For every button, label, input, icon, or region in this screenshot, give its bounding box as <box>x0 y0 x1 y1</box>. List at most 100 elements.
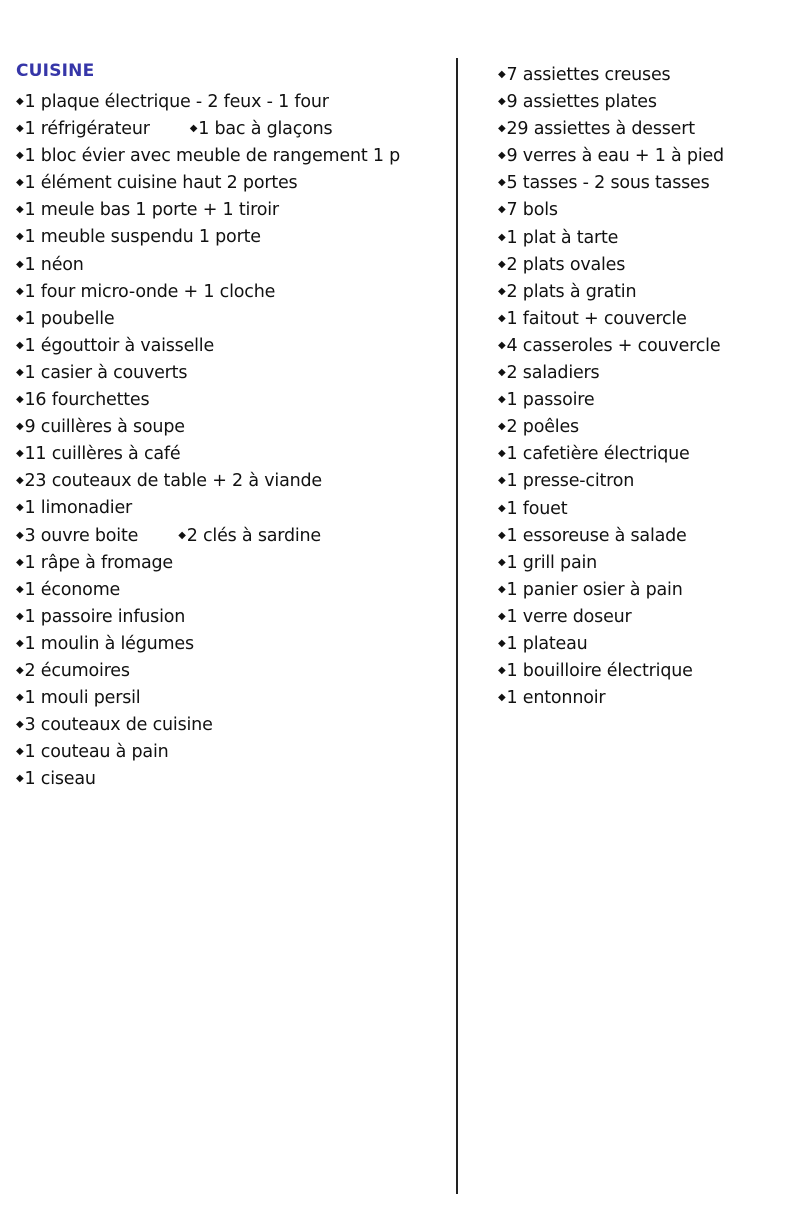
inventory-entry-text: 1 cafetière électrique <box>506 444 690 465</box>
list-item: ◆1 fouet <box>498 495 724 522</box>
bullet-diamond-icon: ◆ <box>498 339 506 351</box>
inventory-entry: ◆1 grill pain <box>498 549 597 577</box>
bullet-diamond-icon: ◆ <box>16 583 24 595</box>
inventory-entry: ◆1 four micro-onde + 1 cloche <box>16 278 275 306</box>
bullet-diamond-icon: ◆ <box>16 123 24 135</box>
inventory-entry: ◆2 poêles <box>498 413 579 441</box>
inventory-entry: ◆1 bac à glaçons <box>190 115 333 143</box>
inventory-entry-text: 1 plateau <box>506 633 588 654</box>
bullet-diamond-icon: ◆ <box>498 421 506 433</box>
bullet-diamond-icon: ◆ <box>16 664 24 676</box>
bullet-diamond-icon: ◆ <box>16 339 24 351</box>
bullet-diamond-icon: ◆ <box>16 502 24 514</box>
list-item: ◆1 mouli persil <box>16 684 400 711</box>
inventory-entry: ◆2 saladiers <box>498 359 600 387</box>
left-inventory-list: ◆1 plaque électrique - 2 feux - 1 four ◆1… <box>16 88 400 792</box>
inventory-entry: ◆9 assiettes plates <box>498 88 657 116</box>
inventory-entry: ◆2 clés à sardine <box>178 522 321 550</box>
list-item: ◆1 néon <box>16 251 400 278</box>
inventory-entry: ◆23 couteaux de table + 2 à viande <box>16 467 322 495</box>
inventory-entry: ◆4 casseroles + couvercle <box>498 332 721 360</box>
bullet-diamond-icon: ◆ <box>498 583 506 595</box>
inventory-entry-text: 16 fourchettes <box>24 390 150 411</box>
inventory-entry-text: 23 couteaux de table + 2 à viande <box>24 471 323 492</box>
bullet-diamond-icon: ◆ <box>16 610 24 622</box>
bullet-diamond-icon: ◆ <box>16 366 24 378</box>
inventory-entry: ◆1 égouttoir à vaisselle <box>16 332 214 360</box>
inventory-entry-text: 1 fouet <box>506 498 568 519</box>
list-item: ◆1 limonadier <box>16 494 400 521</box>
inventory-entry-text: 1 grill pain <box>506 552 598 573</box>
inventory-entry: ◆1 verre doseur <box>498 603 632 631</box>
inventory-entry: ◆7 assiettes creuses <box>498 61 671 89</box>
bullet-diamond-icon: ◆ <box>498 123 506 135</box>
bullet-diamond-icon: ◆ <box>498 177 506 189</box>
list-item: ◆1 plat à tarte <box>498 224 724 251</box>
bullet-diamond-icon: ◆ <box>498 96 506 108</box>
inventory-entry-text: 29 assiettes à dessert <box>506 119 696 140</box>
inventory-entry-text: 1 réfrigérateur <box>24 119 150 140</box>
bullet-diamond-icon: ◆ <box>16 231 24 243</box>
inventory-entry-text: 1 presse-citron <box>506 471 635 492</box>
inventory-entry-text: 1 économe <box>24 579 121 600</box>
inventory-entry: ◆1 entonnoir <box>498 684 606 712</box>
bullet-diamond-icon: ◆ <box>498 692 506 704</box>
bullet-diamond-icon: ◆ <box>498 448 506 460</box>
inventory-entry-text: 1 élément cuisine haut 2 portes <box>24 173 298 194</box>
bullet-diamond-icon: ◆ <box>16 312 24 324</box>
inventory-entry-text: 1 faitout + couvercle <box>506 308 687 329</box>
list-item: ◆1 couteau à pain <box>16 738 400 765</box>
inventory-entry-text: 1 bac à glaçons <box>198 119 333 140</box>
bullet-diamond-icon: ◆ <box>498 231 506 243</box>
inventory-entry-text: 1 casier à couverts <box>24 362 188 383</box>
inventory-entry: ◆3 ouvre boite <box>16 522 138 550</box>
bullet-diamond-icon: ◆ <box>16 719 24 731</box>
list-item: ◆1 réfrigérateur ◆1 bac à glaçons <box>16 115 400 142</box>
inventory-entry-text: 9 assiettes plates <box>506 92 657 113</box>
list-item: ◆23 couteaux de table + 2 à viande <box>16 467 400 494</box>
inventory-entry-text: 1 essoreuse à salade <box>506 525 687 546</box>
inventory-entry-text: 1 bloc évier avec meuble de rangement 1 … <box>24 146 401 167</box>
inventory-entry-text: 11 cuillères à café <box>24 444 181 465</box>
list-item: ◆1 presse-citron <box>498 467 724 494</box>
list-item: ◆1 économe <box>16 576 400 603</box>
list-item: ◆11 cuillères à café <box>16 440 400 467</box>
bullet-diamond-icon: ◆ <box>498 285 506 297</box>
section-title: CUISINE <box>16 61 95 81</box>
list-item: ◆5 tasses - 2 sous tasses <box>498 169 724 196</box>
inventory-entry-text: 3 couteaux de cuisine <box>24 715 213 736</box>
inventory-entry-text: 1 mouli persil <box>24 688 141 709</box>
inventory-entry: ◆1 presse-citron <box>498 467 634 495</box>
inventory-entry: ◆1 plateau <box>498 630 588 658</box>
list-item: ◆1 cafetière électrique <box>498 440 724 467</box>
list-item: ◆1 bloc évier avec meuble de rangement 1… <box>16 142 400 169</box>
inventory-entry-text: 2 plats ovales <box>506 254 626 275</box>
list-item: ◆1 bouilloire électrique <box>498 657 724 684</box>
inventory-entry: ◆1 râpe à fromage <box>16 549 173 577</box>
bullet-diamond-icon: ◆ <box>498 502 506 514</box>
list-item: ◆1 entonnoir <box>498 684 724 711</box>
inventory-entry: ◆1 couteau à pain <box>16 738 169 766</box>
inventory-entry-text: 7 bols <box>506 200 558 221</box>
right-inventory-list: ◆7 assiettes creuses ◆9 assiettes plates ◆… <box>498 61 724 711</box>
bullet-diamond-icon: ◆ <box>189 123 198 135</box>
inventory-entry-text: 7 assiettes creuses <box>506 65 671 85</box>
inventory-entry: ◆7 bols <box>498 196 558 224</box>
list-item: ◆7 assiettes creuses <box>498 61 724 88</box>
column-divider <box>456 58 458 1194</box>
bullet-diamond-icon: ◆ <box>16 421 24 433</box>
inventory-entry: ◆3 couteaux de cuisine <box>16 711 213 739</box>
bullet-diamond-icon: ◆ <box>16 394 24 406</box>
inventory-entry-text: 1 couteau à pain <box>24 742 169 763</box>
inventory-entry: ◆1 panier osier à pain <box>498 576 683 604</box>
list-item: ◆9 verres à eau + 1 à pied <box>498 142 724 169</box>
inventory-entry: ◆1 élément cuisine haut 2 portes <box>16 169 298 197</box>
bullet-diamond-icon: ◆ <box>498 367 506 379</box>
bullet-diamond-icon: ◆ <box>16 475 24 487</box>
list-item: ◆2 plats ovales <box>498 251 724 278</box>
list-item: ◆1 moulin à légumes <box>16 630 400 657</box>
inventory-entry: ◆1 plaque électrique - 2 feux - 1 four <box>16 88 329 116</box>
inventory-entry: ◆1 passoire <box>498 386 595 414</box>
list-item: ◆1 passoire <box>498 386 724 413</box>
inventory-entry: ◆1 ciseau <box>16 765 96 793</box>
